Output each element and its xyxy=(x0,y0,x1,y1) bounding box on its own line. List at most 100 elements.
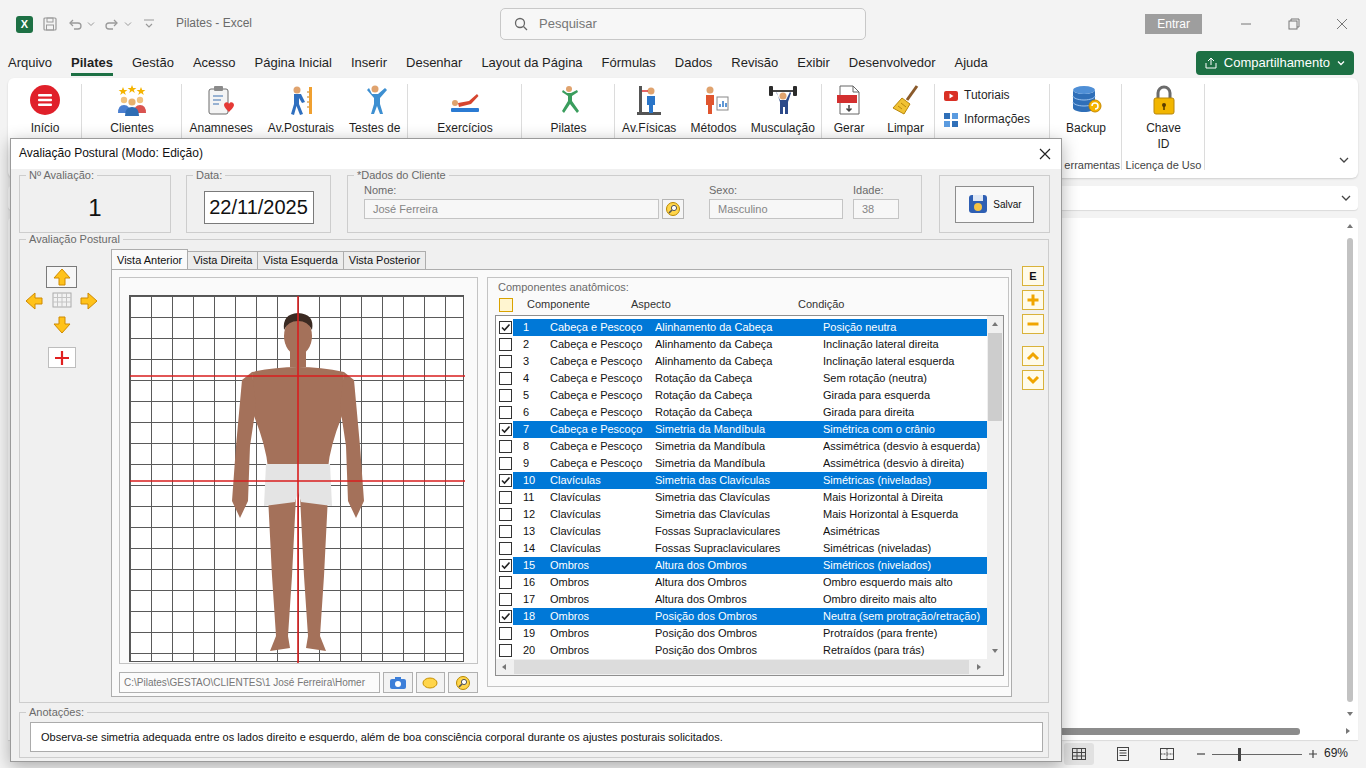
view-button[interactable] xyxy=(1152,743,1182,765)
browse-image-button[interactable] xyxy=(448,672,478,693)
component-row[interactable]: 5Cabeça e PescoçoRotação da CabeçaGirada… xyxy=(496,387,987,404)
ribbon-tab-label[interactable]: Desenvolvedor xyxy=(849,55,936,70)
move-right-button[interactable] xyxy=(77,288,101,314)
zoom-control[interactable]: 69% xyxy=(1196,746,1352,762)
ribbon-tab[interactable]: Desenvolvedor xyxy=(849,51,936,76)
ribbon-button-label[interactable]: Chave ID xyxy=(1142,120,1186,152)
zoom-slider-thumb[interactable] xyxy=(1238,748,1241,761)
move-up-button[interactable] xyxy=(46,266,77,288)
component-row[interactable]: 15OmbrosAltura dos OmbrosSimétricos (niv… xyxy=(496,557,987,574)
minimize-button[interactable] xyxy=(1222,8,1270,40)
row-checkbox[interactable] xyxy=(499,644,512,657)
add-button[interactable] xyxy=(1022,290,1044,310)
row-checkbox[interactable] xyxy=(499,559,512,572)
list-horizontal-scrollbar[interactable] xyxy=(496,659,1003,675)
component-row[interactable]: 3Cabeça e PescoçoAlinhamento da CabeçaIn… xyxy=(496,353,987,370)
ribbon-button-label[interactable]: Pilates xyxy=(550,120,586,136)
row-checkbox[interactable] xyxy=(499,593,512,606)
row-checkbox[interactable] xyxy=(499,610,512,623)
component-row[interactable]: 9Cabeça e PescoçoSimetria da MandíbulaAs… xyxy=(496,455,987,472)
component-row[interactable]: 1Cabeça e PescoçoAlinhamento da CabeçaPo… xyxy=(496,319,987,336)
crosshair-button[interactable] xyxy=(48,347,76,368)
save-button[interactable] xyxy=(42,16,58,32)
customize-toolbar-button[interactable] xyxy=(141,16,157,32)
signin-button[interactable]: Entrar xyxy=(1145,14,1202,34)
search-input[interactable] xyxy=(537,15,853,34)
component-row[interactable]: 10ClavículasSimetria das ClavículasSimét… xyxy=(496,472,987,489)
ribbon-tab[interactable]: Inserir xyxy=(351,51,387,76)
view-tab[interactable]: Vista Esquerda xyxy=(257,251,343,269)
ribbon-small-button[interactable]: Tutoriais xyxy=(943,88,1010,104)
expand-formula-bar-button[interactable] xyxy=(1340,190,1352,206)
component-row[interactable]: 18OmbrosPosição dos OmbrosNeutra (sem pr… xyxy=(496,608,987,625)
ribbon-tab[interactable]: Layout da Página xyxy=(481,51,582,76)
ribbon-tab-label[interactable]: Layout da Página xyxy=(481,55,582,70)
ribbon-button-label[interactable]: Testes de xyxy=(349,120,400,136)
list-vertical-scrollbar[interactable] xyxy=(987,316,1003,659)
component-row[interactable]: 14ClavículasFossas SupraclavicularesSimé… xyxy=(496,540,987,557)
ribbon-small-button[interactable]: Informações xyxy=(943,112,1030,128)
view-tab[interactable]: Vista Direita xyxy=(187,251,258,269)
ribbon-tab[interactable]: Página Inicial xyxy=(255,51,332,76)
component-row[interactable]: 7Cabeça e PescoçoSimetria da MandíbulaSi… xyxy=(496,421,987,438)
row-checkbox[interactable] xyxy=(499,627,512,640)
component-row[interactable]: 11ClavículasSimetria das ClavículasMais … xyxy=(496,489,987,506)
view-tab[interactable]: Vista Anterior xyxy=(111,249,188,269)
view-tab-label[interactable]: Vista Posterior xyxy=(349,254,420,266)
ribbon-button-label[interactable]: Backup xyxy=(1066,120,1106,136)
component-row[interactable]: 19OmbrosPosição dos OmbrosProtraídos (pa… xyxy=(496,625,987,642)
ribbon-button-label[interactable]: Gerar xyxy=(834,120,865,136)
zoom-level[interactable]: 69% xyxy=(1324,746,1352,762)
notes-field[interactable]: Observa-se simetria adequada entre os la… xyxy=(30,722,1043,752)
ribbon-tab[interactable]: Gestão xyxy=(132,51,174,76)
move-down-button[interactable] xyxy=(46,314,77,336)
dialog-close-button[interactable] xyxy=(1038,146,1052,162)
date-field[interactable]: 22/11/2025 xyxy=(204,191,314,224)
share-label[interactable]: Compartilhamento xyxy=(1224,55,1330,72)
ribbon-button-label[interactable]: Av.Posturais xyxy=(268,120,334,136)
ribbon-tab[interactable]: Arquivo xyxy=(8,51,52,76)
row-checkbox[interactable] xyxy=(499,372,512,385)
ribbon-tab[interactable]: Exibir xyxy=(797,51,830,76)
client-search-button[interactable] xyxy=(662,199,684,219)
collapse-ribbon-button[interactable] xyxy=(1338,152,1358,178)
row-checkbox[interactable] xyxy=(499,355,512,368)
ribbon-tab-label[interactable]: Revisão xyxy=(731,55,778,70)
component-row[interactable]: 20OmbrosPosição dos OmbrosRetraídos (par… xyxy=(496,642,987,659)
ribbon-tab[interactable]: Ajuda xyxy=(955,51,988,76)
ribbon-tab-label[interactable]: Inserir xyxy=(351,55,387,70)
move-left-button[interactable] xyxy=(22,288,46,314)
ribbon-tab[interactable]: Desenhar xyxy=(406,51,462,76)
ribbon-button-label[interactable]: Início xyxy=(31,120,60,136)
row-checkbox[interactable] xyxy=(499,440,512,453)
ribbon-button-label[interactable]: Limpar xyxy=(887,120,924,136)
ribbon-tab-label[interactable]: Acesso xyxy=(193,55,236,70)
component-row[interactable]: 17OmbrosAltura dos OmbrosOmbro direito m… xyxy=(496,591,987,608)
row-checkbox[interactable] xyxy=(499,423,512,436)
ribbon-tab-label[interactable]: Ajuda xyxy=(955,55,988,70)
ribbon-button-label[interactable]: Av.Físicas xyxy=(622,120,676,136)
clear-image-button[interactable] xyxy=(416,672,446,693)
ribbon-tab-label[interactable]: Desenhar xyxy=(406,55,462,70)
zoom-slider[interactable] xyxy=(1212,754,1302,755)
row-checkbox[interactable] xyxy=(499,491,512,504)
ribbon-tab[interactable]: Fórmulas xyxy=(602,51,656,76)
ribbon-button-label[interactable]: Informações xyxy=(964,112,1030,128)
ribbon-tab[interactable]: Revisão xyxy=(731,51,778,76)
view-button[interactable] xyxy=(1108,743,1138,765)
ribbon-tab-label[interactable]: Dados xyxy=(675,55,713,70)
row-checkbox[interactable] xyxy=(499,525,512,538)
search-box[interactable] xyxy=(500,8,866,40)
row-checkbox[interactable] xyxy=(499,576,512,589)
edit-button[interactable]: E xyxy=(1022,266,1044,286)
save-button[interactable]: Salvar xyxy=(955,186,1034,223)
view-tab-label[interactable]: Vista Esquerda xyxy=(263,254,337,266)
row-checkbox[interactable] xyxy=(499,406,512,419)
row-checkbox[interactable] xyxy=(499,542,512,555)
capture-button[interactable] xyxy=(383,672,413,693)
component-row[interactable]: 13ClavículasFossas SupraclavicularesAsim… xyxy=(496,523,987,540)
grid-toggle-button[interactable] xyxy=(46,288,77,314)
component-row[interactable]: 12ClavículasSimetria das ClavículasMais … xyxy=(496,506,987,523)
share-button[interactable]: Compartilhamento xyxy=(1196,51,1354,75)
ribbon-tab-label[interactable]: Pilates xyxy=(71,55,113,70)
